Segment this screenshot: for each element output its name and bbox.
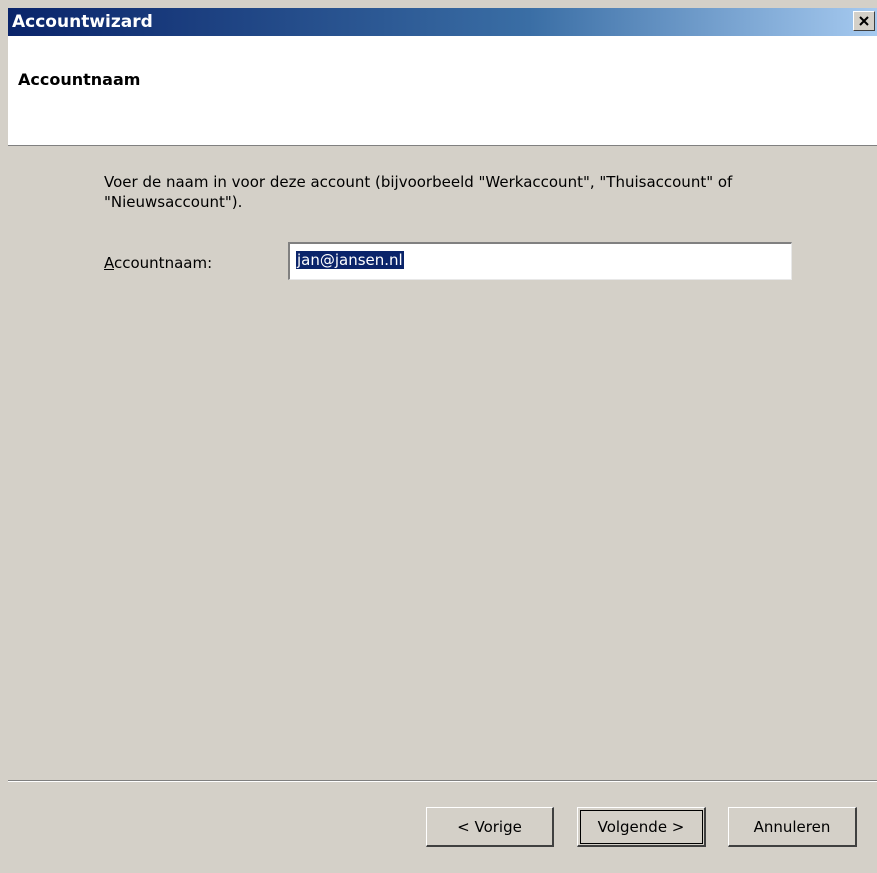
- next-button[interactable]: Volgende >: [577, 807, 706, 847]
- window-title: Accountwizard: [12, 12, 153, 32]
- page-title: Accountnaam: [18, 70, 141, 89]
- label-mnemonic: A: [104, 254, 114, 272]
- header-panel: Accountnaam: [8, 36, 877, 146]
- account-name-value: jan@jansen.nl: [296, 251, 404, 269]
- wizard-window: Accountwizard Accountnaam Voer de naam i…: [0, 0, 877, 873]
- button-divider: [8, 780, 877, 782]
- title-bar[interactable]: Accountwizard: [8, 8, 877, 36]
- account-name-label: Accountnaam:: [104, 254, 212, 272]
- instruction-text: Voer de naam in voor deze account (bijvo…: [104, 173, 733, 211]
- close-button[interactable]: [853, 11, 875, 31]
- close-icon: [859, 16, 869, 26]
- cancel-button[interactable]: Annuleren: [728, 807, 857, 847]
- label-rest: ccountnaam:: [114, 254, 213, 272]
- back-button[interactable]: < Vorige: [426, 807, 554, 847]
- account-name-input[interactable]: jan@jansen.nl: [288, 242, 792, 280]
